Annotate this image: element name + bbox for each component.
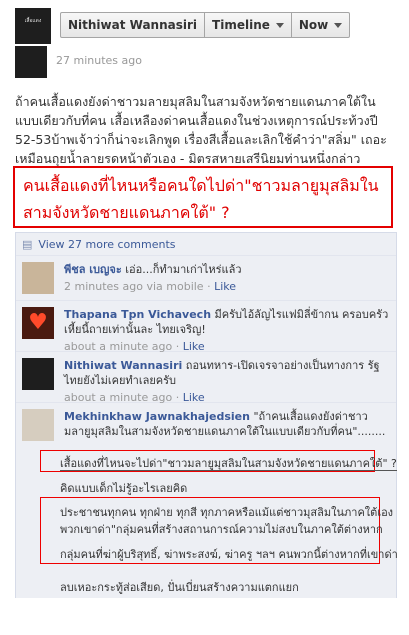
comment-item: พีชล เบญจะ เอ่อ...ก็ทำมาเก่าไหร่แล้ว 2 m…	[16, 256, 396, 301]
timeline-dropdown[interactable]: Timeline	[204, 13, 291, 37]
post-time[interactable]: 27 minutes ago	[56, 54, 142, 67]
comment-line: กลุ่มคนที่ฆ่าผู้บริสุทธิ์, ฆ่าพระสงฆ์, ฆ…	[60, 548, 398, 561]
commenter-name[interactable]: Thapana Tpn Vichavech	[64, 308, 211, 321]
highlight-text: คนเสื้อแดงที่ไหนหรือคนใดไปด่า"ชาวมลายูมุ…	[23, 176, 379, 222]
post-status-text: ถ้าคนเสื้อแดงยังด่าชาวมลายมุสลิมในสามจัง…	[15, 94, 387, 166]
comment-line: พวกเขาด่า"กลุ่มคนที่สร้างสถานการณ์ความไม…	[60, 523, 383, 536]
chevron-down-icon	[334, 22, 343, 28]
page-logo[interactable]: เสื้อแดง	[15, 8, 51, 44]
comment-icon: ▤	[22, 237, 33, 251]
commenter-avatar[interactable]	[22, 358, 54, 390]
commenter-avatar[interactable]	[22, 262, 54, 294]
highlight-box: คนเสื้อแดงที่ไหนหรือคนใดไปด่า"ชาวมลายูมุ…	[13, 166, 393, 228]
now-dropdown[interactable]: Now	[290, 13, 349, 37]
comment-line: ประชาชนทุกคน ทุกฝ่าย ทุกสี ทุกภาคหรือแม้…	[60, 506, 394, 519]
comment-line: คิดแบบเด็กไม่รู้อะไรเลยคิด	[60, 482, 188, 495]
timeline-nav: Nithiwat Wannasiri Timeline Now	[60, 12, 351, 38]
comment-item: ♥ Thapana Tpn Vichavech มีครับไอ้ลัญไรแฟ…	[16, 301, 396, 353]
top-bar: เสื้อแดง Nithiwat Wannasiri Timeline Now	[0, 0, 409, 50]
post-author-avatar[interactable]	[15, 46, 47, 78]
profile-name-tab[interactable]: Nithiwat Wannasiri	[61, 13, 204, 37]
commenter-name[interactable]: Nithiwat Wannasiri	[64, 359, 182, 372]
chevron-down-icon	[275, 22, 284, 28]
comment-line: เสื้อแดงที่ไหนจะไปด่า"ชาวมลายูมุสลิมในสา…	[60, 457, 397, 471]
commenter-name[interactable]: พีชล เบญจะ	[64, 263, 122, 276]
commenter-name[interactable]: Mekhinkhaw Jawnakhajedsien	[64, 410, 250, 423]
comment-item: Nithiwat Wannasiri ถอนทหาร-เปิดเจรจาอย่า…	[16, 352, 396, 404]
comment-line: ลบเหอะกระทู้ส่อเสียด, ปั่นเบี่ยนสร้างควา…	[60, 581, 299, 594]
like-link[interactable]: Like	[214, 280, 236, 293]
view-more-comments-link[interactable]: ▤ View 27 more comments	[16, 233, 396, 256]
commenter-avatar[interactable]: ♥	[22, 307, 54, 339]
commenter-avatar[interactable]	[22, 409, 54, 441]
